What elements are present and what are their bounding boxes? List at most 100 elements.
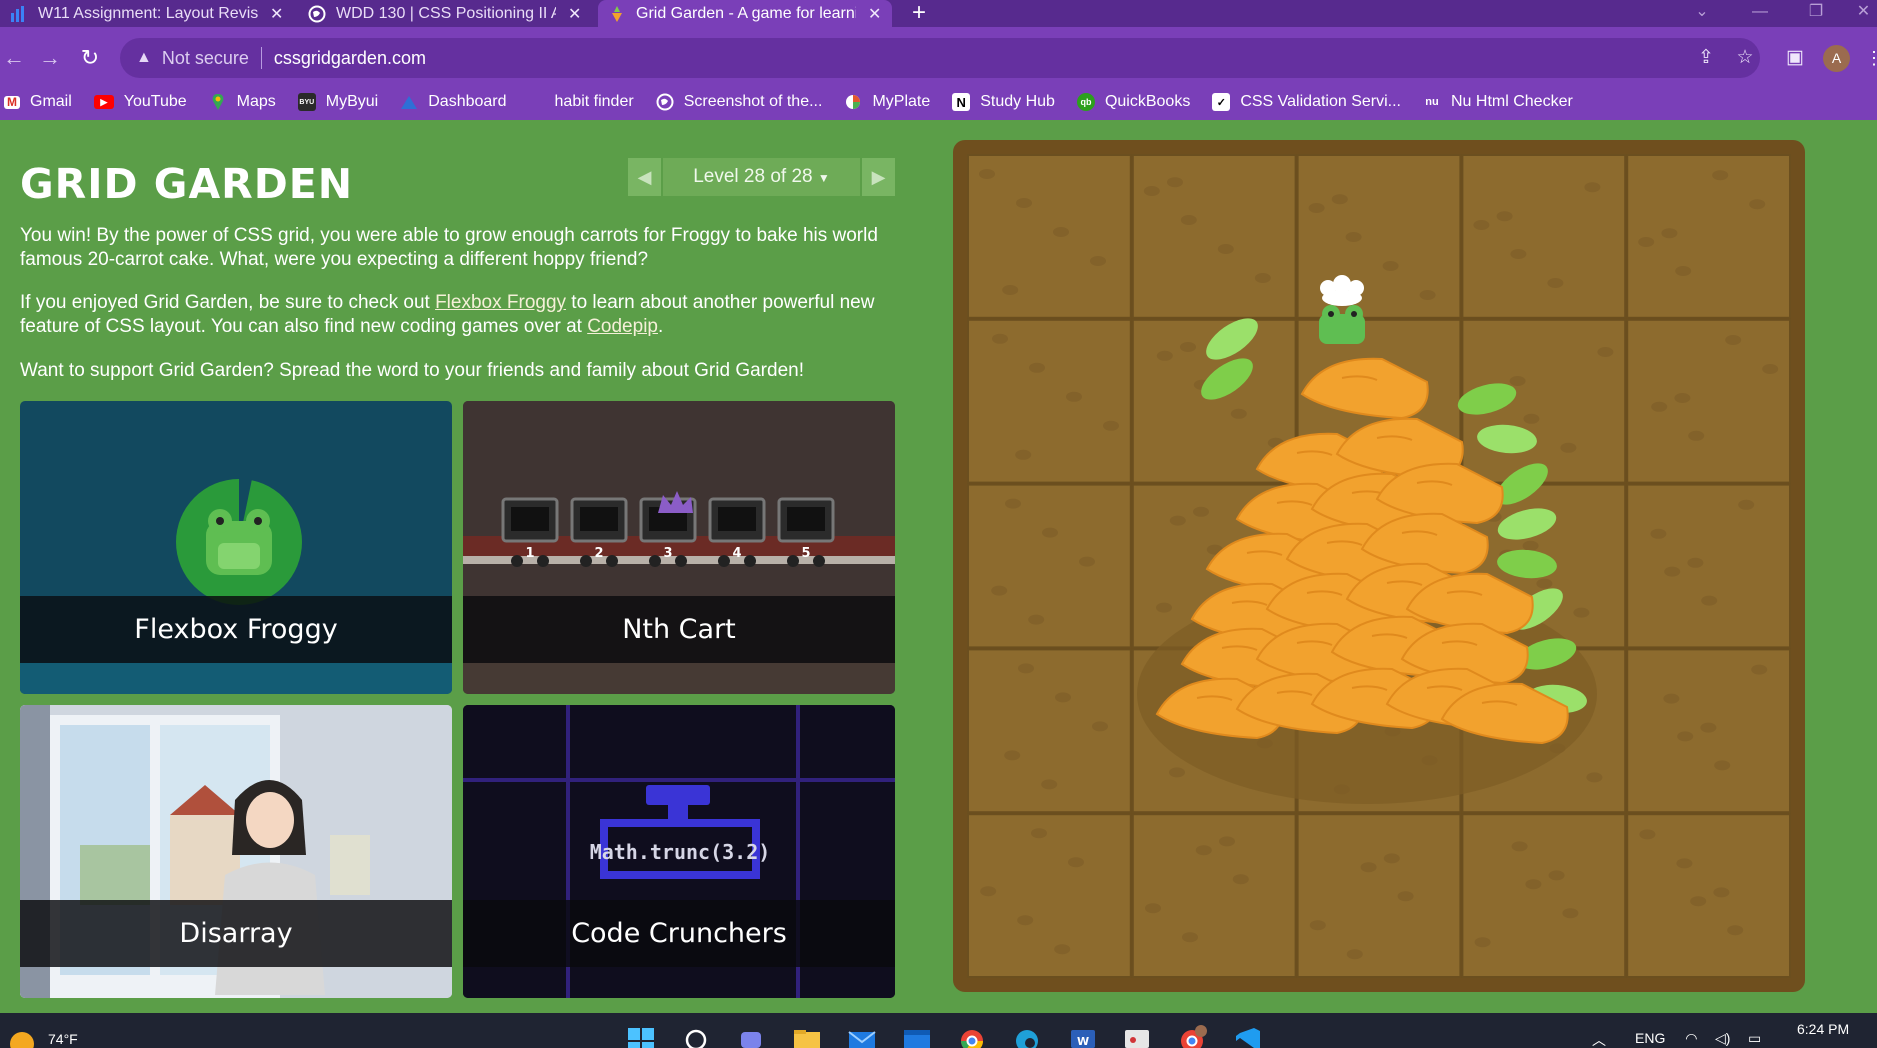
- svg-text:W: W: [1077, 1035, 1089, 1048]
- bookmark-nu-checker[interactable]: nu Nu Html Checker: [1423, 93, 1573, 111]
- warning-icon: ▲: [136, 49, 152, 66]
- close-window-icon[interactable]: ✕: [1850, 0, 1877, 27]
- share-icon[interactable]: ⇪: [1693, 45, 1719, 71]
- teams-icon[interactable]: [735, 1022, 767, 1048]
- reload-icon[interactable]: ↻: [76, 44, 104, 72]
- page-title: GRID GARDEN: [20, 160, 354, 208]
- bookmark-quickbooks[interactable]: qb QuickBooks: [1076, 93, 1190, 111]
- game-card-code-crunchers[interactable]: Math.trunc(3.2) Code Crunchers: [463, 705, 895, 998]
- flexbox-froggy-link[interactable]: Flexbox Froggy: [435, 292, 566, 313]
- game-card-flexbox-froggy[interactable]: Flexbox Froggy: [20, 401, 452, 694]
- game-card-disarray[interactable]: Disarray: [20, 705, 452, 998]
- wifi-icon[interactable]: ◜◝: [1686, 1030, 1697, 1047]
- youtube-icon: ▶: [93, 95, 114, 109]
- forward-icon[interactable]: →: [36, 44, 64, 72]
- level-indicator[interactable]: Level 28 of 28 ▼: [663, 158, 860, 196]
- sun-icon: [10, 1032, 34, 1048]
- garden-board: [953, 140, 1805, 992]
- bookmark-myplate[interactable]: MyPlate: [844, 93, 930, 111]
- bookmark-css-validation[interactable]: ✓ CSS Validation Servi...: [1212, 93, 1401, 111]
- garden-cell: [967, 813, 1132, 978]
- chrome-profile-icon[interactable]: [1175, 1022, 1207, 1048]
- garden-cell: [967, 318, 1132, 484]
- weather-widget[interactable]: 74°F: [10, 1022, 78, 1048]
- next-level-button[interactable]: ▶: [862, 158, 895, 196]
- page-content: GRID GARDEN ◀ Level 28 of 28 ▼ ▶ You win…: [0, 120, 1877, 1013]
- tray-overflow-icon[interactable]: ︿: [1592, 1030, 1606, 1048]
- byui-icon: BYU: [297, 93, 316, 111]
- back-icon[interactable]: ←: [0, 44, 28, 72]
- level-label: Level 28 of 28: [693, 166, 813, 187]
- tab-assignment[interactable]: W11 Assignment: Layout Revisite ✕: [0, 0, 298, 27]
- win-message: You win! By the power of CSS grid, you w…: [20, 225, 878, 270]
- edge-icon[interactable]: [1010, 1022, 1042, 1048]
- game-card-nth-cart[interactable]: 1 2 3 4 5 Nth Cart: [463, 401, 895, 694]
- nu-icon: nu: [1425, 96, 1439, 108]
- caret-down-icon: ▼: [817, 171, 830, 185]
- search-icon[interactable]: [680, 1022, 712, 1048]
- divider: [260, 47, 262, 69]
- close-icon[interactable]: ✕: [270, 4, 283, 24]
- tab-grid-garden[interactable]: Grid Garden - A game for learnin ✕: [598, 0, 892, 27]
- minimize-icon[interactable]: —: [1740, 0, 1780, 27]
- quickbooks-icon: qb: [1076, 93, 1095, 111]
- bookmark-habit-finder[interactable]: habit finder: [555, 93, 634, 111]
- mail-icon[interactable]: [845, 1022, 877, 1048]
- tab-title: W11 Assignment: Layout Revisite: [38, 4, 258, 22]
- close-icon[interactable]: ✕: [568, 4, 581, 24]
- garden-cell: [1626, 483, 1791, 649]
- battery-icon[interactable]: ▭: [1748, 1030, 1761, 1047]
- garden-cell: [1131, 154, 1297, 319]
- bookmarks-bar: M Gmail ▶ YouTube Maps BYU MyByui Dashbo…: [0, 84, 1877, 120]
- bookmark-mybyui[interactable]: BYU MyByui: [297, 93, 378, 111]
- w3c-icon: ✓: [1212, 93, 1231, 111]
- cart-number: 3: [663, 546, 672, 561]
- close-icon[interactable]: ✕: [868, 4, 881, 24]
- chrome-icon[interactable]: [955, 1022, 987, 1048]
- word-icon[interactable]: W: [1065, 1022, 1097, 1048]
- new-tab-button[interactable]: +: [904, 0, 934, 27]
- garden-cell: [1461, 813, 1627, 978]
- code-text: Math.trunc(3.2): [590, 840, 771, 864]
- bookmark-maps[interactable]: Maps: [209, 93, 276, 111]
- bookmark-gmail[interactable]: M Gmail: [4, 93, 72, 111]
- snipping-tool-icon[interactable]: [1120, 1022, 1152, 1048]
- star-icon[interactable]: ☆: [1732, 45, 1758, 71]
- maps-icon: [209, 93, 227, 111]
- tab-title: Grid Garden - A game for learnin: [636, 4, 856, 22]
- menu-icon[interactable]: ⋮: [1865, 44, 1877, 72]
- tab-wdd130[interactable]: WDD 130 | CSS Positioning II Act ✕: [298, 0, 598, 27]
- garden-cell: [967, 483, 1132, 649]
- tab-search-icon[interactable]: ⌄: [1682, 0, 1722, 27]
- clock[interactable]: 6:24 PM: [1797, 1021, 1849, 1037]
- game-card-label: Flexbox Froggy: [20, 596, 452, 663]
- cart-number: 2: [594, 546, 603, 561]
- file-explorer-icon[interactable]: [790, 1022, 822, 1048]
- bookmark-dashboard[interactable]: Dashboard: [400, 93, 507, 111]
- globe-icon: [656, 93, 674, 111]
- language-indicator[interactable]: ENG: [1635, 1030, 1665, 1046]
- game-card-label: Code Crunchers: [463, 900, 895, 967]
- vscode-icon[interactable]: [1230, 1022, 1262, 1048]
- sidebar-icon[interactable]: ▣: [1782, 45, 1808, 71]
- avatar[interactable]: A: [1823, 45, 1850, 72]
- garden-cell: [967, 154, 1132, 319]
- volume-icon[interactable]: ◁): [1715, 1030, 1730, 1047]
- cart-number: 4: [732, 546, 741, 561]
- cart-number: 1: [525, 546, 534, 561]
- bookmark-youtube[interactable]: ▶ YouTube: [93, 93, 187, 111]
- restore-icon[interactable]: ❐: [1796, 0, 1836, 27]
- support-message: Want to support Grid Garden? Spread the …: [20, 360, 804, 381]
- security-status: Not secure: [161, 47, 249, 68]
- previous-level-button[interactable]: ◀: [628, 158, 661, 196]
- gmail-icon: M: [4, 95, 20, 109]
- bookmark-screenshot[interactable]: Screenshot of the...: [656, 93, 822, 111]
- garden-grid: [967, 154, 1791, 978]
- bookmark-study-hub[interactable]: N Study Hub: [952, 93, 1055, 111]
- myplate-icon: [844, 93, 862, 111]
- calendar-icon[interactable]: [900, 1022, 932, 1048]
- windows-start-icon[interactable]: [625, 1022, 657, 1048]
- address-bar[interactable]: ▲ Not secure cssgridgarden.com: [120, 38, 1760, 78]
- codepip-link[interactable]: Codepip: [587, 316, 658, 337]
- tab-title: WDD 130 | CSS Positioning II Act: [336, 4, 556, 22]
